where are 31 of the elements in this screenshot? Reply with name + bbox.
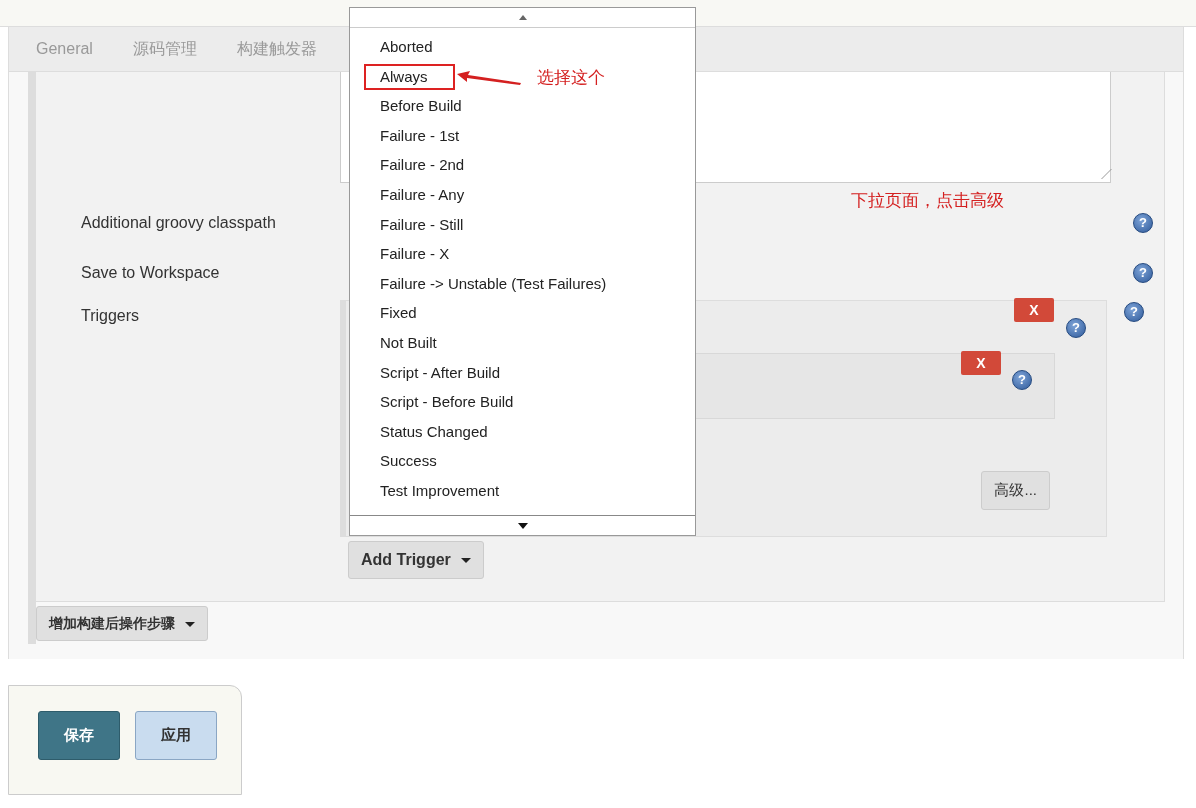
annotation-text: 选择这个 [536,66,605,89]
dropdown-option[interactable]: Failure - Any [380,183,465,206]
add-post-build-step-button[interactable]: 增加构建后操作步骤 [36,606,208,641]
add-trigger-button[interactable]: Add Trigger [348,541,484,579]
dropdown-option[interactable]: Always [364,63,455,90]
field-label: Save to Workspace [81,263,221,283]
dropdown-option[interactable]: Fixed [380,302,417,325]
dropdown-option[interactable]: Script - After Build [380,361,501,384]
scroll-up-icon[interactable] [518,15,527,20]
dropdown-option[interactable]: Success [380,450,437,473]
annotation-arrow [456,70,523,87]
remove-button[interactable]: X [961,351,1001,375]
dropdown-option[interactable]: Not Built [380,331,437,354]
save-button[interactable]: 保存 [38,711,120,760]
dropdown-option[interactable]: Test Improvement [380,479,500,502]
field-label: Triggers [81,306,141,326]
dropdown-option[interactable]: Failure -> Unstable (Test Failures) [380,272,607,295]
dropdown-option[interactable]: Status Changed [380,420,488,443]
dropdown-option[interactable]: Script - Before Build [380,391,514,414]
dropdown-option[interactable]: Before Build [380,95,462,118]
advanced-button[interactable]: 高级... [981,471,1050,510]
dropdown-option[interactable]: Failure - Still [380,213,464,236]
scroll-down-icon[interactable] [517,522,528,529]
apply-button[interactable]: 应用 [135,711,217,760]
remove-button[interactable]: X [1014,298,1054,322]
field-label: Additional groovy classpath [81,213,277,233]
dropdown-option[interactable]: Failure - X [380,243,450,266]
annotation-text: 下拉页面，点击高级 [851,190,1004,212]
dropdown-option[interactable]: Aborted [380,36,433,58]
dropdown-option[interactable]: Failure - 2nd [380,154,465,177]
dropdown-option[interactable]: Failure - 1st [380,124,460,147]
